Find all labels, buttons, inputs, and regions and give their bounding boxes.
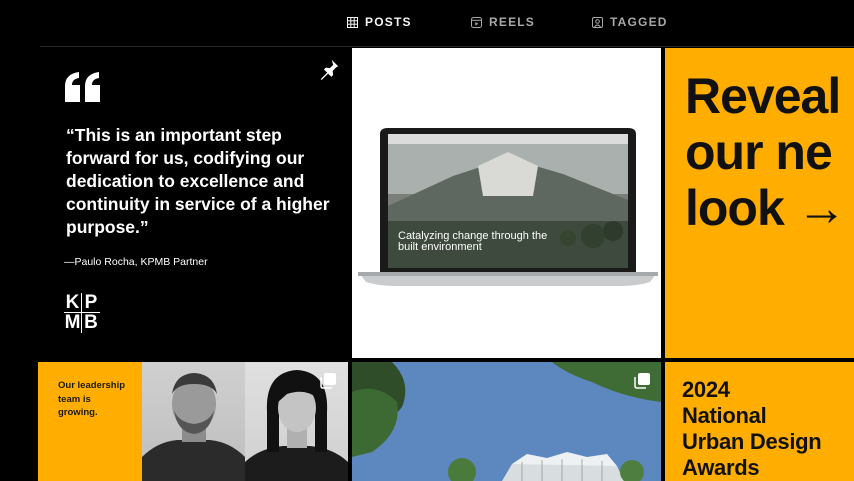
grid-icon: [347, 16, 358, 28]
awards-line-1: 2024: [682, 377, 730, 402]
post-website-laptop[interactable]: Catalyzing change through the built envi…: [352, 48, 661, 358]
leadership-panel: Our leadership team is growing.: [38, 362, 141, 481]
post-building[interactable]: [352, 362, 661, 481]
carousel-icon: [320, 373, 336, 389]
logo-letter: P: [82, 293, 100, 313]
carousel-icon: [634, 373, 650, 389]
reveal-headline: Reveal our ne look →: [685, 68, 847, 236]
awards-line-2: National: [682, 403, 767, 428]
website-caption: Catalyzing change through the built envi…: [398, 230, 548, 253]
building-image: [352, 362, 661, 481]
post-urban-design-awards[interactable]: 2024 National Urban Design Awards: [665, 362, 854, 481]
tab-reels-label: REELS: [489, 15, 536, 29]
awards-line-4: Awards: [682, 455, 760, 480]
tab-divider: [40, 46, 854, 47]
kpmb-logo: K P M B: [64, 293, 100, 333]
leadership-text: Our leadership team is growing.: [58, 380, 126, 418]
awards-line-3: Urban Design: [682, 429, 822, 454]
post-reveal-new-look[interactable]: Reveal our ne look →: [665, 48, 854, 358]
arrow-right-icon: →: [796, 180, 847, 236]
laptop-image: [358, 128, 658, 286]
logo-letter: K: [64, 293, 82, 313]
quote-mark-icon: [65, 72, 100, 102]
quote-text: “This is an important step forward for u…: [66, 125, 330, 237]
awards-headline: 2024 National Urban Design Awards: [682, 377, 822, 481]
quote-attribution: —Paulo Rocha, KPMB Partner: [64, 256, 208, 268]
reveal-line-1: Reveal: [685, 68, 841, 124]
portrait-man: [142, 362, 245, 481]
tagged-icon: [592, 16, 603, 28]
reveal-line-2: our ne: [685, 124, 833, 180]
reveal-line-3: look →: [685, 180, 847, 236]
logo-letter: M: [64, 312, 82, 333]
tab-tagged-label: TAGGED: [610, 15, 668, 29]
reels-icon: [471, 16, 482, 28]
pin-icon: [320, 59, 339, 80]
reveal-line-3-text: look: [685, 180, 785, 236]
tab-reels[interactable]: REELS: [471, 15, 535, 29]
post-leadership[interactable]: Our leadership team is growing.: [38, 362, 348, 481]
tab-posts-label: POSTS: [365, 15, 412, 29]
tab-tagged[interactable]: TAGGED: [592, 15, 668, 29]
logo-letter: B: [84, 312, 98, 333]
profile-tabs: POSTS REELS TAGGED: [0, 0, 854, 46]
post-quote[interactable]: “This is an important step forward for u…: [38, 48, 348, 358]
tab-posts[interactable]: POSTS: [347, 15, 412, 29]
